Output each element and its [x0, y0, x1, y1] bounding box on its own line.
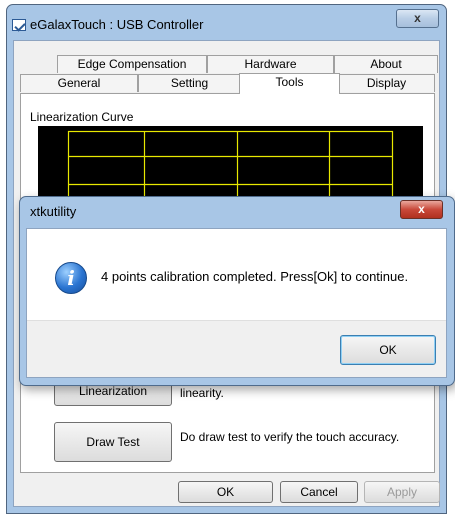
- tab-hardware[interactable]: Hardware: [207, 55, 334, 73]
- app-icon: [12, 19, 26, 31]
- tab-about[interactable]: About: [334, 55, 438, 73]
- tab-tools[interactable]: Tools: [239, 73, 340, 94]
- draw-test-button[interactable]: Draw Test: [54, 422, 172, 462]
- linearization-curve-label: Linearization Curve: [30, 110, 134, 124]
- dialog-title: xtkutility: [30, 204, 77, 219]
- dialog-ok-button[interactable]: OK: [340, 335, 436, 365]
- tab-setting[interactable]: Setting: [138, 74, 241, 92]
- dialog-message: 4 points calibration completed. Press[Ok…: [101, 269, 409, 284]
- tab-general[interactable]: General: [20, 74, 138, 92]
- tab-display[interactable]: Display: [338, 74, 435, 92]
- info-icon: i: [55, 262, 87, 294]
- cancel-button[interactable]: Cancel: [280, 481, 358, 503]
- tab-edge-compensation[interactable]: Edge Compensation: [57, 55, 207, 73]
- draw-test-description: Do draw test to verify the touch accurac…: [180, 430, 400, 444]
- linearization-description: linearity.: [180, 386, 224, 400]
- main-close-button[interactable]: x: [396, 9, 439, 28]
- main-window-title: eGalaxTouch : USB Controller: [30, 17, 204, 32]
- apply-button[interactable]: Apply: [364, 481, 440, 503]
- ok-button[interactable]: OK: [178, 481, 273, 503]
- dialog-close-button[interactable]: x: [400, 200, 443, 219]
